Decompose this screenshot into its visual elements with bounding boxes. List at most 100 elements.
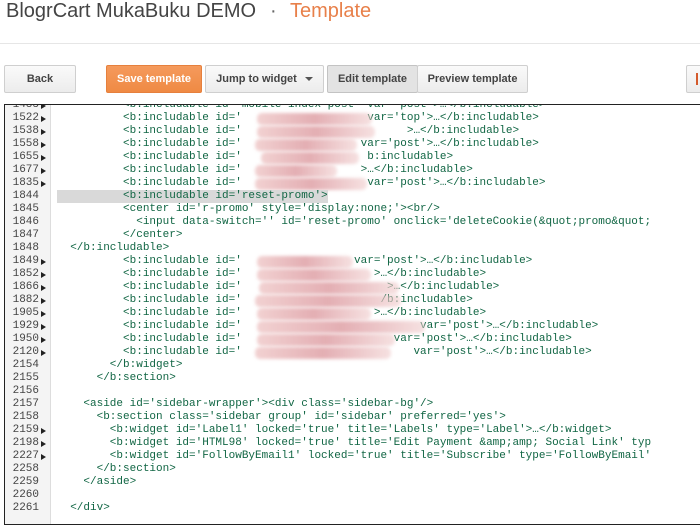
code-line[interactable]: 2261 </div>	[5, 502, 700, 515]
code-line[interactable]: 1538 <b:includable id=' >…</b:includable…	[5, 125, 700, 138]
line-number: 1558	[12, 138, 39, 150]
more-icon	[696, 73, 698, 85]
page-header: BlogrCart MukaBuku DEMO · Template	[0, 0, 700, 44]
line-number: 1835	[12, 177, 39, 189]
fold-arrow-icon[interactable]	[41, 105, 46, 109]
fold-arrow-icon[interactable]	[41, 454, 46, 460]
code-line[interactable]: 2156	[5, 385, 700, 398]
title-separator: ·	[270, 0, 277, 22]
code-line[interactable]: 2198 <b:widget id='HTML98' locked='true'…	[5, 437, 700, 450]
redaction-blur	[255, 347, 391, 359]
code-line[interactable]: 1929 <b:includable id=' var='post'>…</b:…	[5, 320, 700, 333]
fold-arrow-icon[interactable]	[41, 259, 46, 265]
redaction-blur	[261, 152, 359, 164]
fold-arrow-icon[interactable]	[41, 168, 46, 174]
page-title: Template	[290, 0, 372, 22]
code-line[interactable]: 1846 <input data-switch='' id='reset-pro…	[5, 216, 700, 229]
line-number: 1844	[12, 190, 39, 202]
fold-arrow-icon[interactable]	[41, 155, 46, 161]
fold-arrow-icon[interactable]	[41, 441, 46, 447]
code-line[interactable]: 1835 <b:includable id=' var='post'>…</b:…	[5, 177, 700, 190]
fold-arrow-icon[interactable]	[41, 181, 46, 187]
preview-template-tab[interactable]: Preview template	[417, 65, 528, 93]
redaction-blur	[257, 269, 371, 281]
code-text: <input data-switch='' id='reset-promo' o…	[57, 216, 652, 228]
edit-template-tab[interactable]: Edit template	[327, 65, 418, 93]
code-text: </center>	[57, 229, 183, 241]
code-text: <b:includable id='reset-promo'>	[57, 190, 328, 203]
code-text: <b:widget id='FollowByEmail1' locked='tr…	[57, 450, 652, 462]
code-text: <b:includable id=' b:includable>	[57, 151, 454, 163]
code-text: </b:section>	[57, 463, 176, 475]
fold-arrow-icon[interactable]	[41, 350, 46, 356]
fold-arrow-icon[interactable]	[41, 272, 46, 278]
line-number: 1848	[12, 242, 39, 254]
code-line[interactable]: 2159 <b:widget id='Label1' locked='true'…	[5, 424, 700, 437]
line-number: 1852	[12, 268, 39, 280]
code-text: </div>	[57, 502, 110, 514]
code-line[interactable]: 1844 <b:includable id='reset-promo'>	[5, 190, 700, 203]
redaction-blur	[255, 295, 401, 307]
code-line[interactable]: 1905 <b:includable id=' >…</b:includable…	[5, 307, 700, 320]
code-line[interactable]: 1655 <b:includable id=' b:includable>	[5, 151, 700, 164]
fold-arrow-icon[interactable]	[41, 116, 46, 122]
code-line[interactable]: 1485 <b:includable id='mobile-index-post…	[5, 104, 700, 112]
code-line[interactable]: 1847 </center>	[5, 229, 700, 242]
line-number: 2260	[12, 489, 39, 501]
line-number: 1929	[12, 320, 39, 332]
blog-title[interactable]: BlogrCart MukaBuku DEMO	[6, 0, 256, 23]
fold-arrow-icon[interactable]	[41, 142, 46, 148]
line-number: 1655	[12, 151, 39, 163]
fold-arrow-icon[interactable]	[41, 324, 46, 330]
code-line[interactable]: 2258 </b:section>	[5, 463, 700, 476]
code-text: <b:section class='sidebar group' id='sid…	[57, 411, 506, 423]
line-number: 1849	[12, 255, 39, 267]
line-number: 2120	[12, 346, 39, 358]
redaction-blur	[257, 308, 371, 320]
save-template-button[interactable]: Save template	[106, 65, 202, 93]
fold-arrow-icon[interactable]	[41, 298, 46, 304]
code-line[interactable]: 2157 <aside id='sidebar-wrapper'><div cl…	[5, 398, 700, 411]
code-line[interactable]: 1522 <b:includable id=' var='top'>…</b:i…	[5, 112, 700, 125]
code-line[interactable]: 1848 </b:includable>	[5, 242, 700, 255]
chevron-down-icon	[304, 77, 313, 81]
jump-to-widget-label: Jump to widget	[216, 73, 297, 85]
line-number: 2227	[12, 450, 39, 462]
code-line[interactable]: 2227 <b:widget id='FollowByEmail1' locke…	[5, 450, 700, 463]
code-line[interactable]: 1882 <b:includable id=' /b:includable>	[5, 294, 700, 307]
code-line[interactable]: 1866 <b:includable id=' >…</b:includable…	[5, 281, 700, 294]
line-number: 1485	[12, 104, 39, 111]
code-line[interactable]: 2259 </aside>	[5, 476, 700, 489]
code-text: <center id='r-promo' style='display:none…	[57, 203, 440, 215]
fold-arrow-icon[interactable]	[41, 311, 46, 317]
code-line[interactable]: 1950 <b:includable id=' var='post'>…</b:…	[5, 333, 700, 346]
code-line[interactable]: 1845 <center id='r-promo' style='display…	[5, 203, 700, 216]
back-button[interactable]: Back	[4, 65, 76, 93]
more-button[interactable]	[686, 65, 700, 93]
code-line[interactable]: 2158 <b:section class='sidebar group' id…	[5, 411, 700, 424]
code-line[interactable]: 1849 <b:includable id=' var='post'>…</b:…	[5, 255, 700, 268]
code-line[interactable]: 2155 </b:section>	[5, 372, 700, 385]
line-number: 2156	[12, 385, 39, 397]
line-number: 2261	[12, 502, 39, 514]
code-line[interactable]: 2260	[5, 489, 700, 502]
code-text: <b:widget id='Label1' locked='true' titl…	[57, 424, 612, 436]
line-number: 1950	[12, 333, 39, 345]
fold-arrow-icon[interactable]	[41, 285, 46, 291]
code-line[interactable]: 2154 </b:widget>	[5, 359, 700, 372]
fold-arrow-icon[interactable]	[41, 428, 46, 434]
fold-arrow-icon[interactable]	[41, 337, 46, 343]
code-line[interactable]: 1852 <b:includable id=' >…</b:includable…	[5, 268, 700, 281]
code-line[interactable]: 1558 <b:includable id=' var='post'>…</b:…	[5, 138, 700, 151]
line-number: 2154	[12, 359, 39, 371]
code-line[interactable]: 1677 <b:includable id=' >…</b:includable…	[5, 164, 700, 177]
line-number: 1847	[12, 229, 39, 241]
code-text: </b:section>	[57, 372, 176, 384]
code-line[interactable]: 2120 <b:includable id=' var='post'>…</b:…	[5, 346, 700, 359]
fold-arrow-icon[interactable]	[41, 129, 46, 135]
code-editor[interactable]: 1485 <b:includable id='mobile-index-post…	[4, 104, 700, 525]
line-number: 1677	[12, 164, 39, 176]
jump-to-widget-dropdown[interactable]: Jump to widget	[205, 65, 324, 93]
redaction-blur	[255, 178, 367, 190]
line-number: 1522	[12, 112, 39, 124]
